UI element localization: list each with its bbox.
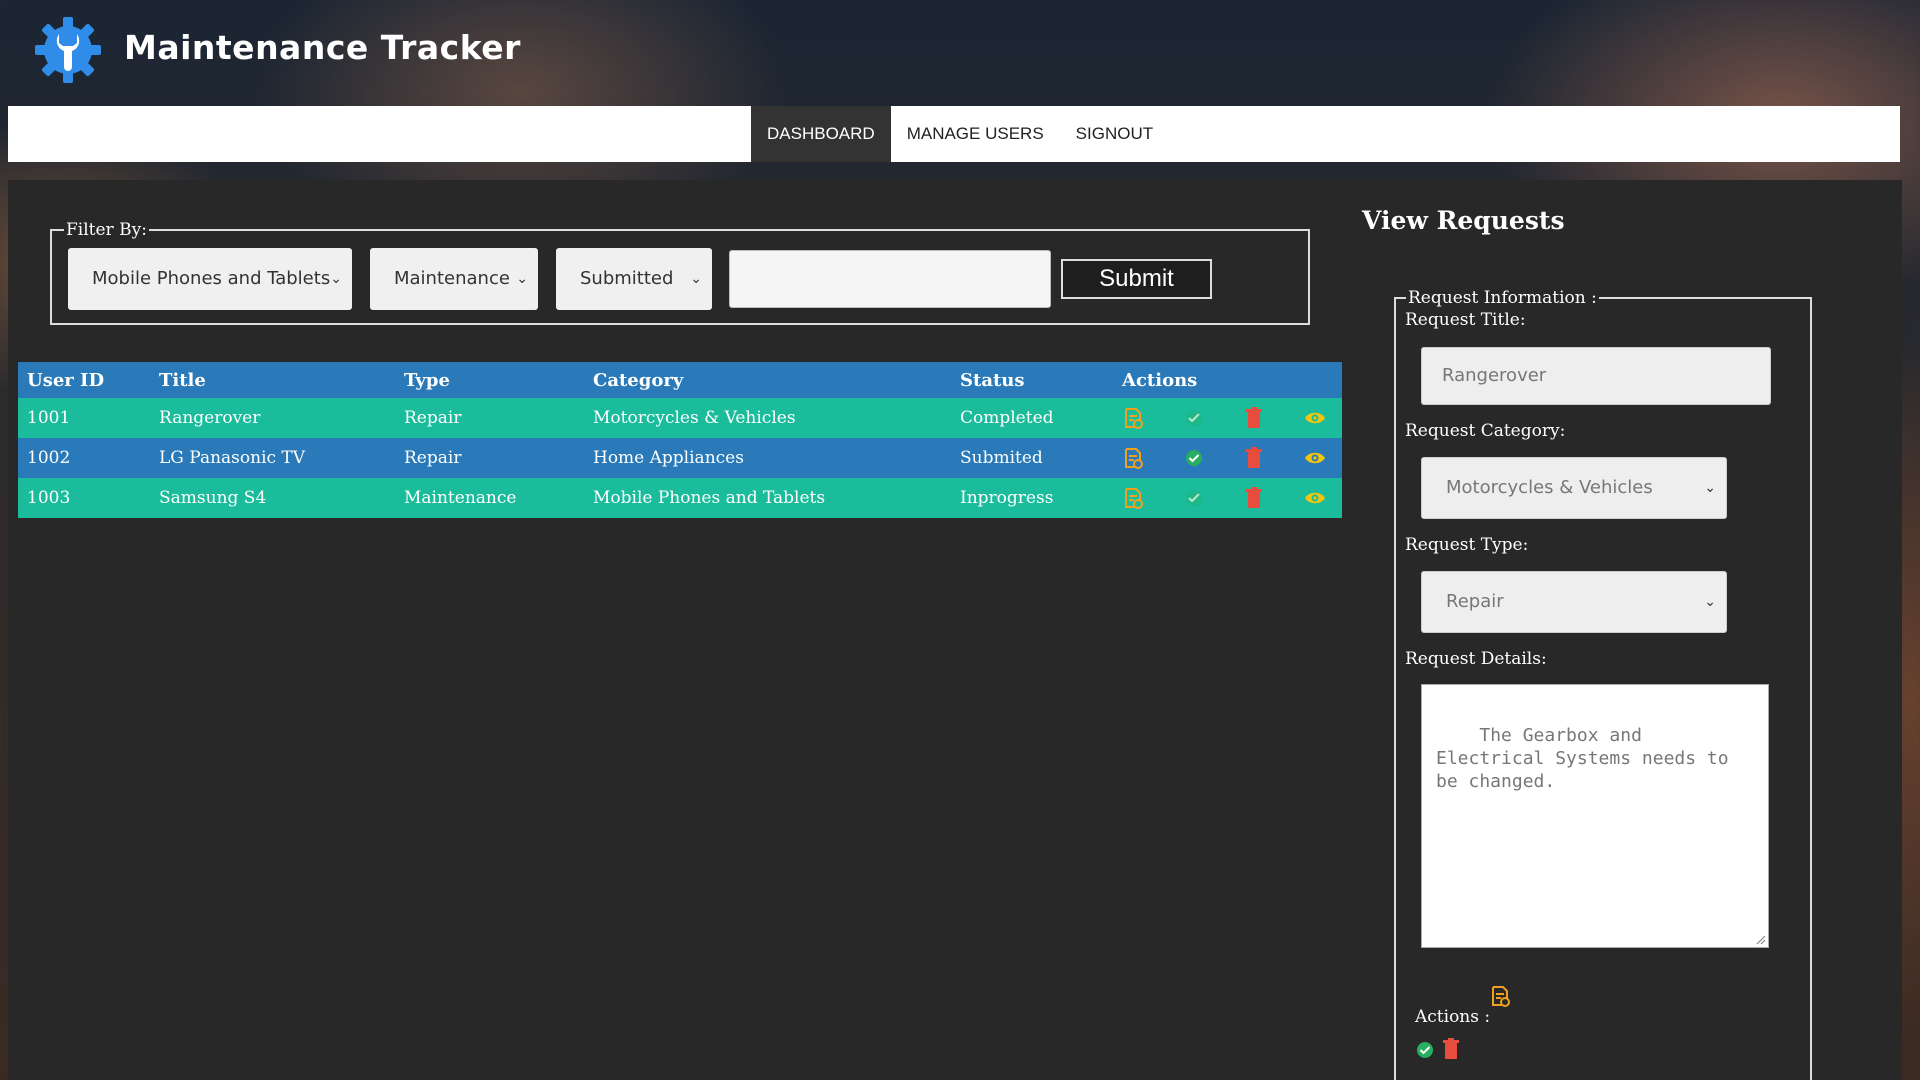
- delete-icon[interactable]: [1442, 1038, 1460, 1060]
- main-navbar: DASHBOARD MANAGE USERS SIGNOUT: [8, 106, 1900, 162]
- cell-actions: [1113, 438, 1342, 478]
- cell-status: Inprogress: [951, 478, 1113, 518]
- filter-type-value: Maintenance: [394, 268, 510, 289]
- cell-title: Samsung S4: [150, 478, 395, 518]
- cell-title: Rangerover: [150, 398, 395, 438]
- col-title: Title: [150, 362, 395, 398]
- cell-status: Submited: [951, 438, 1113, 478]
- filter-category-select[interactable]: Mobile Phones and Tablets ⌄: [68, 248, 352, 310]
- view-icon[interactable]: [1304, 490, 1326, 506]
- view-icon[interactable]: [1304, 450, 1326, 466]
- approve-icon[interactable]: [1185, 409, 1203, 427]
- view-icon[interactable]: [1304, 410, 1326, 426]
- filter-category-value: Mobile Phones and Tablets: [92, 268, 331, 289]
- request-details-label: Request Details:: [1405, 649, 1547, 669]
- edit-icon[interactable]: [1122, 447, 1144, 469]
- request-title-label: Request Title:: [1405, 310, 1526, 330]
- request-type-value: Repair: [1446, 591, 1504, 612]
- nav-dashboard[interactable]: DASHBOARD: [751, 106, 891, 162]
- table-row[interactable]: 1002 LG Panasonic TV Repair Home Applian…: [18, 438, 1342, 478]
- delete-icon[interactable]: [1245, 487, 1263, 509]
- approve-icon[interactable]: [1416, 1041, 1434, 1059]
- requests-table: User ID Title Type Category Status Actio…: [18, 362, 1342, 518]
- request-category-select[interactable]: Motorcycles & Vehicles ⌄: [1421, 457, 1727, 519]
- filter-legend: Filter By:: [66, 220, 147, 240]
- col-user-id: User ID: [18, 362, 150, 398]
- cell-category: Home Appliances: [584, 438, 951, 478]
- resize-grip-icon[interactable]: [1754, 933, 1766, 945]
- approve-icon[interactable]: [1185, 449, 1203, 467]
- filter-submit-button[interactable]: Submit: [1061, 259, 1212, 299]
- filter-search-input[interactable]: [729, 250, 1051, 308]
- main-panel: Filter By: Mobile Phones and Tablets ⌄ M…: [8, 180, 1902, 1080]
- request-details-textarea[interactable]: The Gearbox and Electrical Systems needs…: [1421, 684, 1769, 948]
- request-type-select[interactable]: Repair ⌄: [1421, 571, 1727, 633]
- request-category-label: Request Category:: [1405, 421, 1566, 441]
- cell-user-id: 1003: [18, 478, 150, 518]
- approve-icon[interactable]: [1185, 489, 1203, 507]
- edit-icon[interactable]: [1122, 487, 1144, 509]
- cell-title: LG Panasonic TV: [150, 438, 395, 478]
- request-type-label: Request Type:: [1405, 535, 1529, 555]
- cell-category: Mobile Phones and Tablets: [584, 478, 951, 518]
- chevron-down-icon: ⌄: [1704, 480, 1716, 496]
- col-status: Status: [951, 362, 1113, 398]
- cell-user-id: 1001: [18, 398, 150, 438]
- cell-type: Repair: [395, 438, 584, 478]
- cell-category: Motorcycles & Vehicles: [584, 398, 951, 438]
- edit-icon[interactable]: [1489, 985, 1511, 1007]
- request-details-text: The Gearbox and Electrical Systems needs…: [1436, 725, 1740, 792]
- nav-signout[interactable]: SIGNOUT: [1060, 106, 1169, 162]
- table-row[interactable]: 1003 Samsung S4 Maintenance Mobile Phone…: [18, 478, 1342, 518]
- view-requests-title: View Requests: [1362, 206, 1565, 235]
- filter-status-select[interactable]: Submitted ⌄: [556, 248, 712, 310]
- table-header-row: User ID Title Type Category Status Actio…: [18, 362, 1342, 398]
- app-header: Maintenance Tracker: [0, 0, 1920, 106]
- chevron-down-icon: ⌄: [516, 271, 528, 287]
- chevron-down-icon: ⌄: [690, 271, 702, 287]
- delete-icon[interactable]: [1245, 447, 1263, 469]
- col-actions: Actions: [1113, 362, 1342, 398]
- filter-status-value: Submitted: [580, 268, 674, 289]
- request-actions-label: Actions :: [1415, 1007, 1491, 1027]
- cell-user-id: 1002: [18, 438, 150, 478]
- nav-manage-users[interactable]: MANAGE USERS: [891, 106, 1060, 162]
- cell-status: Completed: [951, 398, 1113, 438]
- cell-actions: [1113, 398, 1342, 438]
- cell-type: Repair: [395, 398, 584, 438]
- delete-icon[interactable]: [1245, 407, 1263, 429]
- chevron-down-icon: ⌄: [330, 271, 342, 287]
- chevron-down-icon: ⌄: [1704, 594, 1716, 610]
- edit-icon[interactable]: [1122, 407, 1144, 429]
- col-type: Type: [395, 362, 584, 398]
- table-row[interactable]: 1001 Rangerover Repair Motorcycles & Veh…: [18, 398, 1342, 438]
- col-category: Category: [584, 362, 951, 398]
- cell-type: Maintenance: [395, 478, 584, 518]
- request-category-value: Motorcycles & Vehicles: [1446, 477, 1653, 498]
- filter-type-select[interactable]: Maintenance ⌄: [370, 248, 538, 310]
- app-title: Maintenance Tracker: [124, 28, 521, 67]
- gear-wrench-icon[interactable]: [32, 14, 104, 86]
- request-title-input[interactable]: Rangerover: [1421, 347, 1771, 405]
- request-info-legend: Request Information :: [1408, 288, 1597, 308]
- cell-actions: [1113, 478, 1342, 518]
